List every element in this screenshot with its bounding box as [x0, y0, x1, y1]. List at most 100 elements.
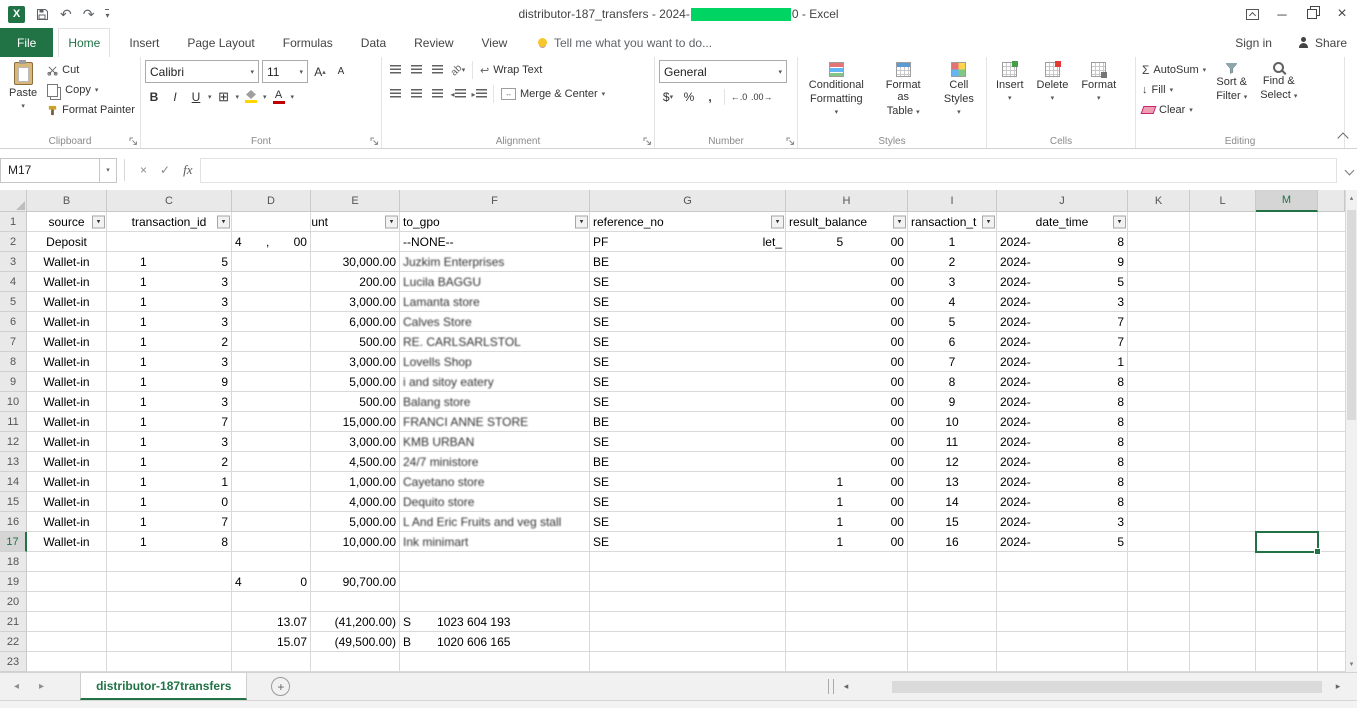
clear-dropdown-icon[interactable]: ▾ [1189, 106, 1193, 114]
cell-L16[interactable] [1190, 512, 1256, 532]
cell-D17[interactable] [232, 532, 311, 552]
cell-G14[interactable]: SE [590, 472, 786, 492]
cell-J10[interactable]: 2024- 8 [997, 392, 1128, 412]
cell-I10[interactable]: 9 [908, 392, 997, 412]
cell-C8[interactable]: 13 [107, 352, 232, 372]
cell-G8[interactable]: SE [590, 352, 786, 372]
cell-J4[interactable]: 2024- 5 [997, 272, 1128, 292]
filter-button-to_gpo[interactable]: ▾ [575, 215, 588, 228]
cell-I7[interactable]: 6 [908, 332, 997, 352]
cell-M11[interactable] [1256, 412, 1318, 432]
scroll-right-button[interactable]: ▸ [1331, 681, 1345, 692]
cell-M18[interactable] [1256, 552, 1318, 572]
cell-B21[interactable] [27, 612, 107, 632]
cell-J13[interactable]: 2024- 8 [997, 452, 1128, 472]
cell-G18[interactable] [590, 552, 786, 572]
excel-app-icon[interactable]: X [8, 5, 25, 23]
align-top-button[interactable] [386, 61, 404, 80]
cell-C9[interactable]: 19 [107, 372, 232, 392]
cell-I5[interactable]: 4 [908, 292, 997, 312]
font-size-combo[interactable]: 11 ▾ [262, 60, 308, 83]
cell-B8[interactable]: Wallet-in [27, 352, 107, 372]
cell-G1[interactable]: reference_no ▾ [590, 212, 786, 232]
cell-G13[interactable]: BE [590, 452, 786, 472]
cell-K13[interactable] [1128, 452, 1190, 472]
cell-E22[interactable]: (49,500.00) [311, 632, 400, 652]
cell-M21[interactable] [1256, 612, 1318, 632]
cell-J7[interactable]: 2024- 7 [997, 332, 1128, 352]
font-dialog-launcher[interactable] [370, 137, 379, 146]
underline-dropdown-icon[interactable]: ▾ [208, 93, 212, 101]
tab-file[interactable]: File [0, 28, 54, 57]
cell-J17[interactable]: 2024- 5 [997, 532, 1128, 552]
cell-H12[interactable]: 00 [786, 432, 908, 452]
tell-me-box[interactable]: Tell me what you want to do... [538, 28, 712, 57]
cell-F4[interactable]: Lucila BAGGU [400, 272, 590, 292]
orientation-button[interactable]: ab ▾ [448, 61, 467, 80]
cell-I11[interactable]: 10 [908, 412, 997, 432]
insert-function-icon[interactable]: fx [183, 162, 192, 178]
previous-sheet-button[interactable]: ◂ [14, 681, 19, 692]
increase-font-size-button[interactable]: A ▴ [311, 62, 329, 81]
column-header-C[interactable]: C [107, 190, 232, 212]
cell-E1[interactable]: amount ▾ [311, 212, 400, 232]
cell-E21[interactable]: (41,200.00) [311, 612, 400, 632]
wrap-text-button[interactable]: ↩ Wrap Text [478, 60, 544, 80]
cell-H14[interactable]: 1 00 [786, 472, 908, 492]
cell-M3[interactable] [1256, 252, 1318, 272]
tab-data[interactable]: Data [352, 28, 395, 57]
cell-F23[interactable] [400, 652, 590, 672]
cell-M15[interactable] [1256, 492, 1318, 512]
cell-L4[interactable] [1190, 272, 1256, 292]
cell-E7[interactable]: 500.00 [311, 332, 400, 352]
next-sheet-button[interactable]: ▸ [39, 681, 44, 692]
cell-E4[interactable]: 200.00 [311, 272, 400, 292]
cell-L3[interactable] [1190, 252, 1256, 272]
cell-H10[interactable]: 00 [786, 392, 908, 412]
scroll-up-button[interactable]: ▴ [1346, 190, 1357, 206]
cell-F10[interactable]: Balang store [400, 392, 590, 412]
decrease-indent-button[interactable]: ◂ [449, 85, 467, 104]
cell-styles-button[interactable]: Cell Styles ▾ [936, 60, 982, 121]
filter-button-date_time[interactable]: ▾ [1113, 215, 1126, 228]
underline-button[interactable]: U [187, 87, 205, 106]
cell-I9[interactable]: 8 [908, 372, 997, 392]
cell-L12[interactable] [1190, 432, 1256, 452]
cell-D21[interactable]: 13.07 [232, 612, 311, 632]
cell-L2[interactable] [1190, 232, 1256, 252]
cell-C1[interactable]: transaction_id ▾ [107, 212, 232, 232]
cell-I15[interactable]: 14 [908, 492, 997, 512]
cell-E9[interactable]: 5,000.00 [311, 372, 400, 392]
tab-formulas[interactable]: Formulas [274, 28, 342, 57]
row-header-13[interactable]: 13 [0, 452, 27, 472]
cell-C4[interactable]: 13 [107, 272, 232, 292]
row-header-1[interactable]: 1 [0, 212, 27, 232]
cell-I12[interactable]: 11 [908, 432, 997, 452]
cell-F20[interactable] [400, 592, 590, 612]
font-family-combo[interactable]: Calibri ▾ [145, 60, 259, 83]
cell-G10[interactable]: SE [590, 392, 786, 412]
cell-D18[interactable] [232, 552, 311, 572]
cell-K14[interactable] [1128, 472, 1190, 492]
cell-K2[interactable] [1128, 232, 1190, 252]
cell-H6[interactable]: 00 [786, 312, 908, 332]
cell-K4[interactable] [1128, 272, 1190, 292]
clipboard-dialog-launcher[interactable] [129, 137, 138, 146]
cell-C2[interactable] [107, 232, 232, 252]
fill-color-button[interactable] [242, 87, 260, 106]
cell-C5[interactable]: 13 [107, 292, 232, 312]
row-header-19[interactable]: 19 [0, 572, 27, 592]
cell-L11[interactable] [1190, 412, 1256, 432]
cell-D14[interactable] [232, 472, 311, 492]
vertical-scroll-thumb[interactable] [1347, 210, 1356, 420]
cell-D10[interactable] [232, 392, 311, 412]
restore-button[interactable] [1297, 0, 1327, 28]
cell-K10[interactable] [1128, 392, 1190, 412]
cell-M12[interactable] [1256, 432, 1318, 452]
format-dropdown-icon[interactable]: ▾ [1097, 93, 1101, 105]
row-header-4[interactable]: 4 [0, 272, 27, 292]
cell-G11[interactable]: BE [590, 412, 786, 432]
cell-C11[interactable]: 17 [107, 412, 232, 432]
cell-G12[interactable]: SE [590, 432, 786, 452]
cell-B12[interactable]: Wallet-in [27, 432, 107, 452]
